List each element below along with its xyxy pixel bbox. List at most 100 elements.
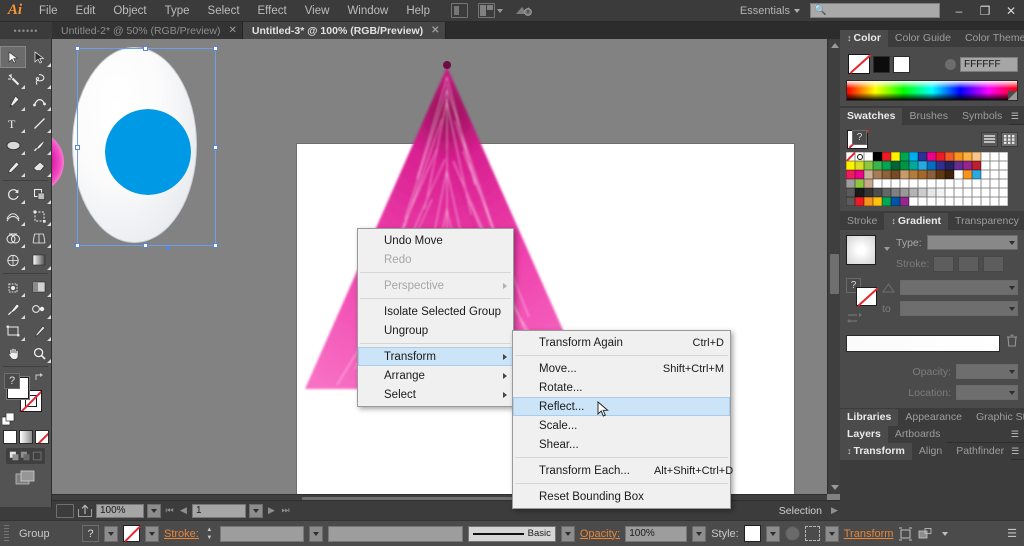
swatch-cell[interactable]	[909, 197, 918, 206]
bbox-handle-br[interactable]	[213, 243, 218, 248]
scale-tool[interactable]	[26, 183, 52, 205]
tabbar-grip[interactable]: ••••••	[0, 22, 52, 39]
swatch-cell[interactable]	[972, 161, 981, 170]
swatch-cell[interactable]	[855, 170, 864, 179]
swatch-cell[interactable]	[999, 152, 1008, 161]
swatch-cell[interactable]	[990, 170, 999, 179]
swatch-cell[interactable]	[954, 152, 963, 161]
prev-artboard-button[interactable]: ◀	[178, 505, 189, 516]
scrollbar-thumb[interactable]	[830, 254, 839, 294]
device-n-icon[interactable]	[56, 503, 74, 518]
swatch-cell[interactable]	[999, 188, 1008, 197]
panel-collapse-icon[interactable]: ↕	[891, 216, 896, 226]
help-question-icon[interactable]: ?	[852, 130, 867, 145]
swatch-cell[interactable]	[891, 179, 900, 188]
swatch-cell[interactable]	[990, 197, 999, 206]
swatch-cell[interactable]	[909, 188, 918, 197]
swatch-cell[interactable]	[981, 161, 990, 170]
help-question-icon[interactable]: ?	[4, 373, 20, 389]
first-artboard-button[interactable]: ⏮	[164, 505, 175, 516]
swatch-cell[interactable]	[927, 188, 936, 197]
swatch-cell[interactable]	[954, 179, 963, 188]
tab-stroke[interactable]: Stroke	[840, 213, 885, 230]
submenu-item-transform-each[interactable]: Transform Each... Alt+Shift+Ctrl+D	[513, 461, 733, 480]
status-menu-icon[interactable]: ▶	[829, 505, 840, 516]
swatch-cell[interactable]	[873, 170, 882, 179]
swatch-cell[interactable]	[855, 197, 864, 206]
gradient-tool[interactable]	[26, 249, 52, 271]
restore-button[interactable]: ❐	[972, 0, 998, 21]
rotate-tool[interactable]	[0, 183, 26, 205]
swatch-cell[interactable]	[864, 161, 873, 170]
scroll-up-icon[interactable]	[831, 43, 839, 48]
white-swatch[interactable]	[893, 55, 910, 73]
tab-libraries[interactable]: Libraries	[840, 409, 899, 426]
swatch-cell[interactable]	[981, 188, 990, 197]
bbox-handle-ml[interactable]	[75, 145, 80, 150]
swatch-cell[interactable]	[963, 179, 972, 188]
tab-transform[interactable]: ↕ Transform	[840, 443, 912, 460]
tab-artboards[interactable]: Artboards	[887, 426, 948, 443]
swatch-cell[interactable]	[963, 188, 972, 197]
draw-inside-icon[interactable]	[32, 450, 42, 462]
bbox-handle-bc[interactable]	[143, 243, 148, 248]
menu-object[interactable]: Object	[104, 0, 155, 22]
share-export-icon[interactable]	[77, 503, 93, 518]
swatch-cell[interactable]	[864, 188, 873, 197]
swatch-cell[interactable]	[882, 152, 891, 161]
stroke-weight-input[interactable]	[219, 525, 304, 542]
help-question-icon[interactable]: ?	[82, 525, 99, 542]
swatch-cell[interactable]	[927, 161, 936, 170]
symbol-sprayer-tool[interactable]	[0, 276, 26, 298]
close-icon[interactable]: ✕	[431, 25, 439, 36]
context-menu-item-select[interactable]: Select	[358, 385, 513, 404]
swatch-cell[interactable]	[999, 179, 1008, 188]
document-setup-icon[interactable]	[451, 3, 468, 18]
swatch-cell[interactable]	[909, 170, 918, 179]
menu-help[interactable]: Help	[397, 0, 439, 22]
perspective-grid-tool[interactable]	[26, 227, 52, 249]
swatch-cell[interactable]	[972, 179, 981, 188]
align-options-icon[interactable]	[804, 526, 820, 541]
list-view-button[interactable]	[981, 131, 998, 147]
panel-menu-icon[interactable]: ☰	[1011, 443, 1024, 459]
hand-tool[interactable]	[0, 342, 26, 364]
line-segment-tool[interactable]	[26, 112, 52, 134]
gradient-location-input[interactable]	[956, 385, 1018, 400]
swatch-cell[interactable]	[945, 197, 954, 206]
black-swatch[interactable]	[873, 55, 890, 73]
chevron-down-icon[interactable]	[884, 247, 890, 251]
swatch-cell[interactable]	[882, 179, 891, 188]
swatch-cell[interactable]	[873, 188, 882, 197]
swatches-grid[interactable]	[846, 152, 1018, 206]
swap-fill-stroke-icon[interactable]	[34, 372, 44, 382]
submenu-item-move[interactable]: Move... Shift+Ctrl+M	[513, 359, 730, 378]
menu-window[interactable]: Window	[338, 0, 397, 22]
recolor-artwork-icon[interactable]	[784, 526, 800, 541]
swatch-cell[interactable]	[918, 170, 927, 179]
draw-behind-icon[interactable]	[20, 450, 30, 462]
stroke-weight-stepper[interactable]: ▲ ▼	[204, 526, 215, 542]
none-fill-mode-button[interactable]	[34, 430, 49, 444]
swatch-cell[interactable]	[999, 161, 1008, 170]
select-similar-dropdown-icon[interactable]	[940, 526, 950, 542]
swatch-cell[interactable]	[990, 188, 999, 197]
swatch-cell[interactable]	[900, 170, 909, 179]
graphic-style-swatch[interactable]	[743, 525, 761, 542]
mesh-tool[interactable]	[0, 249, 26, 271]
gradient-none-swatch[interactable]	[856, 287, 877, 306]
submenu-item-rotate[interactable]: Rotate...	[513, 378, 730, 397]
tab-color[interactable]: ↕ Color	[840, 30, 888, 47]
direct-selection-tool[interactable]	[26, 46, 52, 68]
swatch-cell[interactable]	[936, 188, 945, 197]
bbox-handle-tl[interactable]	[75, 46, 80, 51]
opacity-input[interactable]: 100%	[625, 525, 688, 542]
close-button[interactable]: ✕	[998, 0, 1024, 21]
search-input[interactable]: 🔍	[810, 3, 940, 18]
swatch-cell[interactable]	[990, 161, 999, 170]
gradient-type-dropdown[interactable]	[926, 235, 1018, 250]
swatch-cell[interactable]	[864, 179, 873, 188]
workspace-switcher[interactable]: Essentials	[740, 5, 794, 17]
artboard-tool[interactable]	[0, 320, 26, 342]
swatch-cell[interactable]	[864, 197, 873, 206]
